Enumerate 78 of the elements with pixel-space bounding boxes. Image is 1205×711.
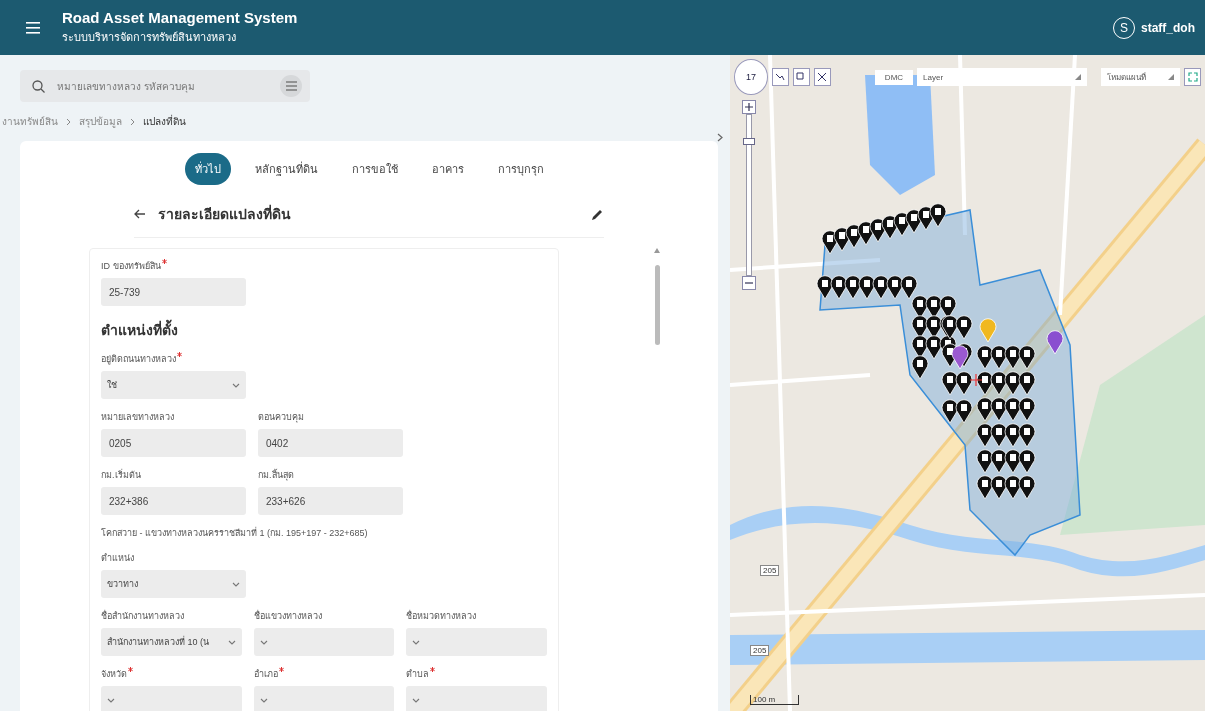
- text-field[interactable]: 0205: [101, 429, 246, 457]
- chevron-down-icon: [259, 639, 268, 645]
- app-title: Road Asset Management System: [62, 9, 298, 26]
- plus-icon: [745, 103, 753, 111]
- tab[interactable]: ทั่วไป: [184, 153, 231, 185]
- close-icon: [817, 72, 828, 82]
- field-label: ชื่อหมวดทางหลวง: [406, 609, 477, 623]
- select-field[interactable]: ใช่: [101, 371, 246, 399]
- select-field[interactable]: [406, 686, 547, 711]
- chevron-down-icon: [227, 639, 236, 645]
- fullscreen-icon: [1187, 72, 1198, 82]
- text-field[interactable]: 232+386: [101, 487, 246, 515]
- select-field[interactable]: [253, 686, 395, 711]
- chevron-down-icon: [232, 581, 240, 587]
- line-icon: [775, 72, 786, 82]
- detail-title: รายละเอียดแปลงที่ดิน: [158, 203, 292, 224]
- zoom-out-button[interactable]: [742, 276, 756, 290]
- field-label: อำเภอ: [253, 668, 278, 681]
- app-subtitle: ระบบบริหารจัดการทรัพย์สินทางหลวง: [62, 30, 237, 45]
- back-arrow-icon[interactable]: [134, 209, 146, 219]
- chevron-right-icon: [66, 117, 71, 126]
- field-label: ตำบล: [406, 668, 430, 681]
- dropdown-icon: [1074, 74, 1081, 80]
- field-label: ตำแหน่ง: [101, 552, 134, 565]
- square-icon: [796, 72, 807, 82]
- zoom-slider-thumb[interactable]: [743, 138, 755, 146]
- basemap-select[interactable]: โหมดแผนที่: [1100, 68, 1180, 86]
- field-label: ตอนควบคุม: [258, 411, 304, 424]
- minus-icon: [745, 279, 753, 287]
- fullscreen-button[interactable]: [1184, 68, 1201, 86]
- pencil-icon[interactable]: [591, 207, 604, 221]
- text-field[interactable]: 233+626: [258, 487, 403, 515]
- dropdown-icon: [1168, 74, 1174, 80]
- layer-select[interactable]: Layer: [917, 68, 1087, 86]
- section-heading: ตำแหน่งที่ตั้ง: [101, 319, 178, 341]
- chevron-down-icon: [412, 639, 421, 645]
- field-label: กม.สิ้นสุด: [258, 468, 294, 482]
- route-note: โคกสวาย - แขวงทางหลวงนครราชสีมาที่ 1 (กม. 195+197 - 232+685): [101, 526, 368, 540]
- field-label: จังหวัด: [101, 668, 127, 681]
- username[interactable]: staff_doh: [1141, 20, 1195, 35]
- chevron-right-icon: [130, 117, 135, 126]
- map-drawing[interactable]: [730, 55, 1205, 711]
- chevron-down-icon: [107, 697, 115, 703]
- scroll-up-icon[interactable]: [654, 248, 660, 253]
- select-field[interactable]: ขวาทาง: [101, 570, 246, 598]
- map-marker-cluster[interactable]: [816, 203, 1064, 500]
- field-label: ID ของทรัพย์สิน: [101, 260, 161, 273]
- filter-icon: [285, 81, 297, 91]
- tab[interactable]: อาคาร: [421, 153, 474, 185]
- search-icon: [32, 79, 45, 93]
- field-label: อยู่ติดถนนทางหลวง: [101, 353, 176, 366]
- search-input[interactable]: หมายเลขทางหลวง รหัสควบคุม: [55, 79, 270, 93]
- breadcrumb-item: แปลงที่ดิน: [143, 114, 186, 129]
- zoom-slider[interactable]: [746, 114, 752, 276]
- field-label: ชื่อสำนักงานทางหลวง: [101, 609, 184, 623]
- road-shield: 205: [750, 645, 770, 656]
- select-field[interactable]: [253, 628, 395, 656]
- select-field[interactable]: [406, 628, 547, 656]
- map-scale: 100 m: [750, 695, 799, 705]
- filter-button[interactable]: [280, 75, 302, 97]
- search-field[interactable]: หมายเลขทางหลวง รหัสควบคุม: [20, 70, 310, 102]
- text-field[interactable]: 25-739: [101, 278, 246, 306]
- field-label: หมายเลขทางหลวง: [101, 411, 174, 424]
- tab[interactable]: การบุกรุก: [487, 153, 554, 185]
- field-label: ชื่อแขวงทางหลวง: [253, 609, 322, 623]
- tab[interactable]: หลักฐานที่ดิน: [244, 153, 328, 185]
- chevron-down-icon: [412, 697, 421, 703]
- chevron-down-icon: [259, 697, 268, 703]
- select-field[interactable]: สำนักงานทางหลวงที่ 10 (น: [101, 628, 242, 656]
- tab[interactable]: การขอใช้: [341, 153, 408, 185]
- select-field[interactable]: [101, 686, 242, 711]
- chevron-down-icon: [232, 382, 240, 388]
- road-shield: 205: [760, 565, 780, 576]
- chevron-right-icon: [717, 132, 723, 142]
- menu-icon[interactable]: [26, 21, 40, 34]
- zoom-in-button[interactable]: [742, 100, 756, 114]
- field-label: กม.เริ่มต้น: [101, 468, 141, 482]
- text-field[interactable]: 0402: [258, 429, 403, 457]
